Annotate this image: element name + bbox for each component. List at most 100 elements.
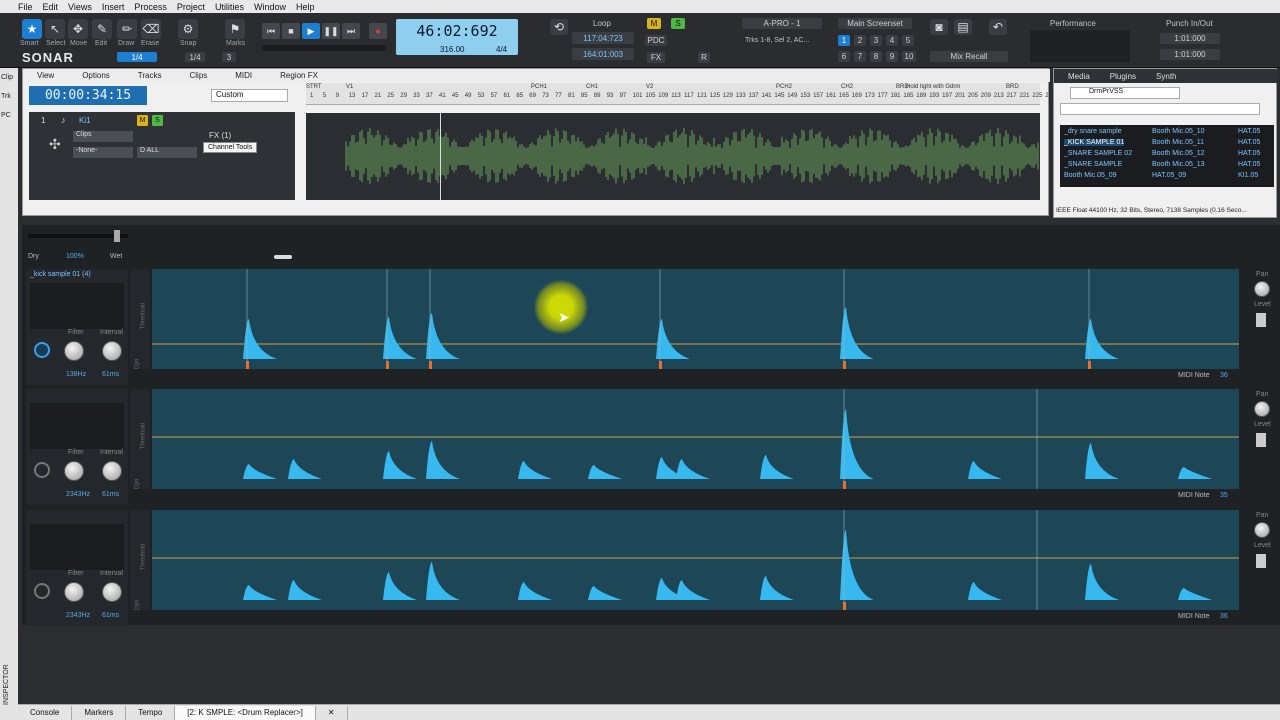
- screenset-8[interactable]: 8: [870, 51, 882, 62]
- trigger-marker[interactable]: [659, 361, 662, 369]
- level-fader[interactable]: [1256, 313, 1266, 327]
- track-fx-bin[interactable]: FX (1): [209, 131, 231, 140]
- strip-tab-trk[interactable]: Trk: [0, 87, 18, 106]
- snap-button[interactable]: ⚙: [178, 19, 198, 39]
- threshold-slider[interactable]: Threshold Dyn: [130, 269, 150, 369]
- transient-graph[interactable]: [152, 510, 1239, 610]
- lane-power-icon[interactable]: [34, 462, 50, 478]
- marker-label[interactable]: CH2: [841, 84, 853, 90]
- midi-note-value[interactable]: 36: [1220, 613, 1228, 620]
- track-header[interactable]: 1 ♪ Ki1 M S Clips -None- D ALL FX (1) ✣: [29, 112, 295, 200]
- marker-label[interactable]: CH1: [586, 84, 598, 90]
- browser-file-item[interactable]: HAT.05: [1238, 150, 1260, 157]
- transient-graph[interactable]: [152, 269, 1239, 369]
- move-tool-button[interactable]: ✥: [68, 19, 88, 39]
- menu-help[interactable]: Help: [296, 2, 315, 12]
- filter-knob[interactable]: [64, 582, 84, 602]
- record-button[interactable]: ●: [369, 23, 387, 39]
- play-button[interactable]: ▶: [302, 23, 320, 39]
- screenset-1[interactable]: 1: [838, 35, 850, 46]
- tv-menu-options[interactable]: Options: [82, 71, 110, 80]
- pause-button[interactable]: ❚❚: [322, 23, 340, 39]
- mute-all-button[interactable]: M: [647, 18, 661, 29]
- dry-wet-slider[interactable]: [28, 230, 128, 242]
- select-tool-button[interactable]: ↖: [45, 19, 65, 39]
- pdc-button[interactable]: PDC: [645, 35, 667, 46]
- browser-tab-plugins[interactable]: Plugins: [1110, 72, 1136, 81]
- track-view-custom-dropdown[interactable]: Custom: [211, 89, 288, 102]
- draw-tool-button[interactable]: ✏: [117, 19, 137, 39]
- sample-thumbnail[interactable]: [30, 524, 124, 570]
- loop-end[interactable]: 164:01:003: [572, 48, 634, 60]
- smart-tool-button[interactable]: ★: [22, 19, 42, 39]
- now-time-display[interactable]: 46:02:692 316.00 4/4: [396, 19, 518, 55]
- threshold-slider[interactable]: Threshold Dyn: [130, 510, 150, 610]
- inspector-label[interactable]: INSPECTOR: [3, 664, 10, 705]
- track-tools-icon[interactable]: ✣: [49, 136, 61, 153]
- menu-edit[interactable]: Edit: [43, 2, 59, 12]
- browser-tab-media[interactable]: Media: [1068, 72, 1090, 81]
- notes-icon[interactable]: ▤: [954, 19, 972, 35]
- trigger-marker[interactable]: [843, 602, 846, 610]
- threshold-slider[interactable]: Threshold Dyn: [130, 389, 150, 489]
- trigger-marker[interactable]: [386, 361, 389, 369]
- loop-start[interactable]: 117:04:723: [572, 32, 634, 44]
- screenset-5[interactable]: 5: [902, 35, 914, 46]
- screenset-9[interactable]: 9: [886, 51, 898, 62]
- read-automation-button[interactable]: R: [698, 52, 710, 63]
- tv-menu-view[interactable]: View: [37, 71, 54, 80]
- tv-menu-tracks[interactable]: Tracks: [138, 71, 162, 80]
- marker-label[interactable]: PCH2: [776, 84, 792, 90]
- browser-file-item[interactable]: _KICK SAMPLE 01: [1064, 139, 1125, 146]
- filter-knob[interactable]: [64, 341, 84, 361]
- snap-value[interactable]: 1/4: [185, 52, 205, 62]
- pan-knob[interactable]: [1254, 522, 1270, 538]
- tab-tempo[interactable]: Tempo: [126, 705, 176, 720]
- trigger-marker[interactable]: [843, 481, 846, 489]
- screenset-2[interactable]: 2: [854, 35, 866, 46]
- edit-tool-button[interactable]: ✎: [92, 19, 112, 39]
- control-surface-preset[interactable]: A-PRO - 1: [742, 18, 822, 29]
- tab-console[interactable]: Console: [18, 705, 73, 720]
- track-solo-button[interactable]: S: [152, 115, 163, 126]
- browser-file-item[interactable]: Booth Mic.05_13: [1152, 161, 1205, 168]
- menu-project[interactable]: Project: [177, 2, 205, 12]
- marker-label[interactable]: BRD: [1006, 84, 1019, 90]
- menu-file[interactable]: File: [18, 2, 33, 12]
- meter-value[interactable]: 4/4: [496, 45, 507, 54]
- browser-file-item[interactable]: HAT.05: [1238, 161, 1260, 168]
- sample-thumbnail[interactable]: [30, 403, 124, 449]
- browser-tab-synth[interactable]: Synth: [1156, 72, 1176, 81]
- marks-button[interactable]: ⚑: [225, 19, 245, 39]
- trigger-marker[interactable]: [1088, 361, 1091, 369]
- tv-menu-midi[interactable]: MIDI: [235, 71, 252, 80]
- screenset-4[interactable]: 4: [886, 35, 898, 46]
- midi-note-value[interactable]: 36: [1220, 372, 1228, 379]
- punch-in-time[interactable]: 1:01:000: [1160, 33, 1220, 44]
- menu-process[interactable]: Process: [134, 2, 167, 12]
- strip-tab-pc[interactable]: PC: [0, 106, 18, 125]
- sample-thumbnail[interactable]: [30, 283, 124, 329]
- browser-file-item[interactable]: HAT.05_09: [1152, 172, 1186, 179]
- browser-file-item[interactable]: HAT.05: [1238, 139, 1260, 146]
- pan-knob[interactable]: [1254, 281, 1270, 297]
- screenset-3[interactable]: 3: [870, 35, 882, 46]
- browser-search-input[interactable]: [1060, 103, 1260, 115]
- tab-drum-replacer[interactable]: [2: K SMPLE: <Drum Replacer>]: [175, 705, 316, 720]
- loop-toggle-icon[interactable]: ⟲: [550, 19, 568, 35]
- browser-file-item[interactable]: Booth Mic.05_10: [1152, 128, 1205, 135]
- lane-power-icon[interactable]: [34, 583, 50, 599]
- screenset-dropdown[interactable]: Main Screenset: [838, 18, 912, 29]
- dry-wet-slider-handle[interactable]: [114, 230, 120, 242]
- track-view-time[interactable]: 00:00:34:15: [29, 86, 147, 105]
- level-fader[interactable]: [1256, 554, 1266, 568]
- snap-quantize-field[interactable]: 1/4: [117, 52, 157, 62]
- solo-all-button[interactable]: S: [671, 18, 685, 29]
- strip-tab-clip[interactable]: Clip: [0, 68, 18, 87]
- tv-menu-clips[interactable]: Clips: [189, 71, 207, 80]
- tv-menu-region-fx[interactable]: Region FX: [280, 71, 318, 80]
- position-slider[interactable]: [262, 45, 386, 51]
- browser-file-item[interactable]: Booth Mic.05_09: [1064, 172, 1117, 179]
- midi-note-value[interactable]: 35: [1220, 492, 1228, 499]
- level-fader[interactable]: [1256, 433, 1266, 447]
